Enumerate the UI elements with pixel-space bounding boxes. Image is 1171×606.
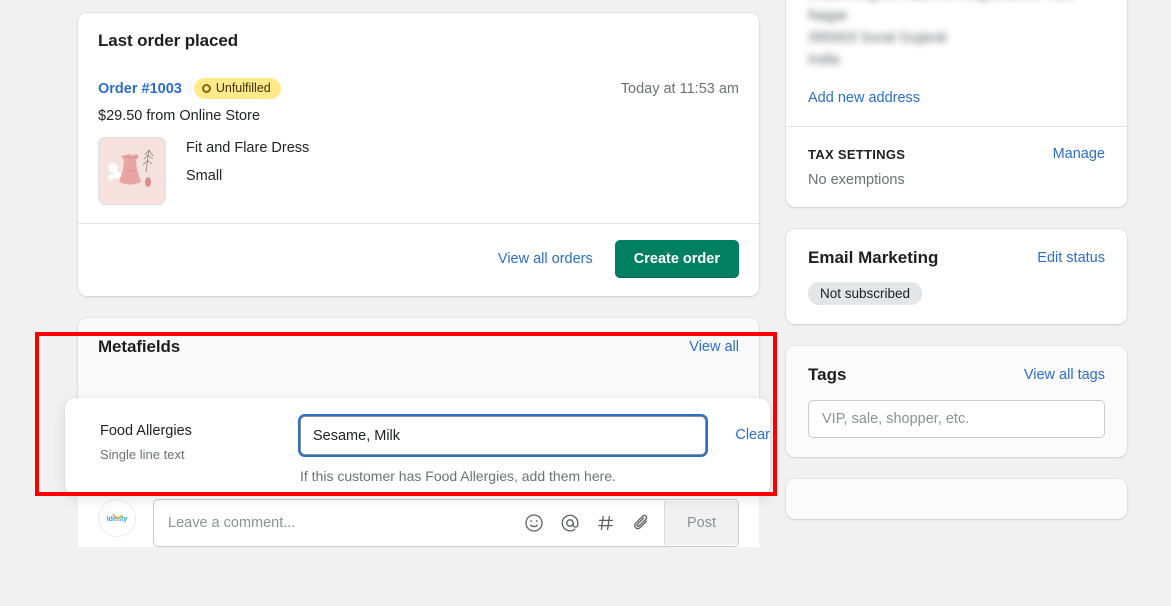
address-line: B-134 Nagina Hadi Rd. Nagarwandi Patel	[808, 0, 1105, 5]
metafields-title: Metafields	[98, 337, 181, 356]
manage-tax-link[interactable]: Manage	[1053, 146, 1105, 162]
address-card: Caroline B-134 Nagina Hadi Rd. Nagarwand…	[786, 0, 1127, 207]
food-allergies-input[interactable]	[300, 416, 706, 455]
comment-input[interactable]: Leave a comment...	[168, 515, 524, 531]
order-date: Today at 11:53 am	[620, 80, 739, 97]
metafield-name: Food Allergies	[100, 423, 192, 439]
metafield-row: Food Allergies Single line text If this …	[65, 398, 770, 484]
view-all-orders-link[interactable]: View all orders	[498, 251, 593, 267]
page-title: Last order placed	[98, 31, 239, 50]
metafields-view-all-link[interactable]: View all	[689, 339, 739, 355]
tags-title: Tags	[808, 365, 847, 384]
avatar: Identy web	[98, 499, 136, 537]
metafield-input-wrap: If this customer has Food Allergies, add…	[300, 416, 717, 484]
customer-detail-page: Last order placed Order #1003 Unfulfille…	[0, 0, 1171, 606]
email-subscription-badge: Not subscribed	[808, 282, 923, 305]
address-body: Caroline B-134 Nagina Hadi Rd. Nagarwand…	[786, 0, 1127, 126]
post-comment-button[interactable]: Post	[663, 501, 738, 545]
metafields-header: Metafields View all	[78, 318, 759, 376]
create-order-button[interactable]: Create order	[614, 240, 739, 278]
address-line: 395003 Surat Gujarat	[808, 30, 947, 46]
comment-input-wrapper[interactable]: Leave a comment... Post	[153, 499, 739, 547]
email-marketing-body: Email Marketing Edit status Not subscrib…	[786, 229, 1127, 324]
unfulfilled-ring-icon	[201, 84, 211, 93]
tax-settings-header: TAX SETTINGS Manage	[808, 146, 1105, 162]
address-line: Nagar	[808, 8, 848, 24]
attachment-icon[interactable]	[632, 513, 652, 533]
tags-header: Tags View all tags	[808, 365, 1105, 385]
tax-settings-section: TAX SETTINGS Manage No exemptions	[786, 127, 1127, 207]
view-all-tags-link[interactable]: View all tags	[1024, 367, 1105, 383]
product-thumbnail[interactable]	[98, 137, 166, 205]
tax-exemptions-value: No exemptions	[808, 172, 905, 188]
status-badge-label: Unfulfilled	[215, 81, 271, 95]
tags-input[interactable]	[808, 400, 1105, 438]
edit-status-link[interactable]: Edit status	[1037, 250, 1105, 266]
add-new-address-link[interactable]: Add new address	[808, 90, 920, 106]
order-number-link[interactable]: Order #1003	[98, 81, 182, 97]
metafield-help-text: If this customer has Food Allergies, add…	[300, 468, 616, 484]
sidebar-column: Caroline B-134 Nagina Hadi Rd. Nagarwand…	[786, 0, 1127, 519]
emoji-icon[interactable]	[524, 513, 544, 533]
sidebar-next-card-stub	[786, 479, 1127, 519]
comment-toolbar	[524, 513, 664, 533]
clear-metafield-link[interactable]: Clear	[735, 416, 770, 443]
metafield-labels: Food Allergies Single line text	[100, 416, 300, 462]
metafield-type: Single line text	[100, 447, 185, 462]
order-line-item: Fit and Flare Dress Small	[98, 137, 739, 205]
mention-icon[interactable]	[560, 513, 580, 533]
hashtag-icon[interactable]	[596, 513, 616, 533]
tags-card: Tags View all tags	[786, 346, 1127, 457]
product-variant: Small	[186, 168, 223, 184]
order-amount: $29.50 from Online Store	[98, 108, 261, 124]
email-marketing-header: Email Marketing Edit status	[808, 248, 1105, 268]
redacted-address: Caroline B-134 Nagina Hadi Rd. Nagarwand…	[808, 0, 1105, 71]
tax-settings-title: TAX SETTINGS	[808, 146, 906, 162]
address-line: India	[808, 52, 840, 68]
status-badge: Unfulfilled	[193, 78, 281, 99]
email-marketing-title: Email Marketing	[808, 248, 939, 267]
last-order-body: Last order placed Order #1003 Unfulfille…	[78, 13, 759, 223]
metafield-editor-overlay: Food Allergies Single line text If this …	[65, 398, 770, 495]
product-name: Fit and Flare Dress	[186, 140, 310, 156]
order-actions: View all orders Create order	[78, 224, 759, 296]
order-summary-row: Order #1003 Unfulfilled Today at 11:53 a…	[98, 78, 739, 99]
product-meta: Fit and Flare Dress Small	[186, 137, 309, 184]
email-marketing-card: Email Marketing Edit status Not subscrib…	[786, 229, 1127, 324]
tags-body: Tags View all tags	[786, 346, 1127, 457]
last-order-card: Last order placed Order #1003 Unfulfille…	[78, 13, 759, 296]
